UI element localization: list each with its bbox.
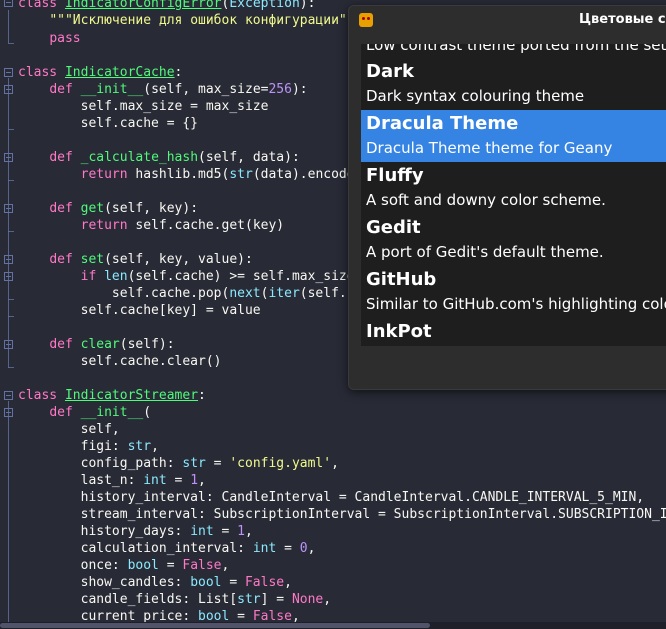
- code-text: class IndicatorCache:: [18, 65, 183, 80]
- scrollbar-thumb[interactable]: [0, 623, 430, 628]
- theme-item-gedit[interactable]: Gedit A port of Gedit's default theme.: [361, 214, 666, 266]
- code-text: def __init__(self, max_size=256):: [49, 82, 308, 97]
- fold-marker-icon[interactable]: [4, 204, 13, 213]
- theme-item-dark[interactable]: Dark Dark syntax colouring theme: [361, 58, 666, 110]
- code-text: history_interval: CandleInterval = Candl…: [18, 490, 645, 505]
- code-text: class IndicatorStreamer:: [18, 388, 206, 403]
- code-text: def __init__(: [49, 405, 152, 420]
- partial-theme-description: Low contrast theme ported from the set_: [366, 44, 666, 54]
- theme-name: Gedit: [366, 217, 421, 238]
- fold-guide-end: [8, 231, 14, 232]
- horizontal-scrollbar[interactable]: [0, 622, 666, 629]
- code-text: def set(self, key, value):: [49, 252, 253, 267]
- theme-name: InkPot: [366, 321, 432, 342]
- theme-item-github[interactable]: GitHub Similar to GitHub.com's highlight…: [361, 266, 666, 318]
- theme-item-inkpot[interactable]: InkPot: [361, 318, 666, 346]
- code-text: config_path: str = 'config.yaml',: [18, 456, 339, 471]
- fold-guide-end: [8, 180, 14, 181]
- theme-list[interactable]: Low contrast theme ported from the set_ …: [361, 44, 666, 346]
- code-text: def get(self, key):: [49, 201, 199, 216]
- fold-marker-icon[interactable]: [4, 0, 13, 7]
- code-text: self.max_size = max_size: [18, 99, 269, 114]
- fold-guide-end: [8, 316, 14, 317]
- theme-description: A soft and downy color scheme.: [366, 191, 606, 209]
- fold-marker-icon[interactable]: [4, 391, 13, 400]
- fold-marker-icon[interactable]: [4, 408, 13, 417]
- code-text: self.cache = {}: [18, 116, 199, 131]
- code-text: return self.cache.get(key): [80, 218, 285, 233]
- code-text: pass: [49, 31, 81, 46]
- code-text: """Исключение для ошибок конфигурации""": [49, 13, 363, 28]
- code-text: class IndicatorConfigError(Exception):: [18, 0, 316, 11]
- fold-guide-end: [8, 367, 14, 368]
- fold-guide: [8, 78, 9, 368]
- fold-guide: [8, 401, 9, 622]
- dialog-titlebar[interactable]: Цветовые схемы: [349, 6, 666, 36]
- theme-name: Dracula Theme: [366, 113, 519, 134]
- theme-item-fluffy[interactable]: Fluffy A soft and downy color scheme.: [361, 162, 666, 214]
- fold-marker-icon[interactable]: [4, 255, 13, 264]
- code-text: def _calculate_hash(self, data):: [49, 150, 300, 165]
- theme-description: Dark syntax colouring theme: [366, 87, 585, 105]
- code-text: once: bool = False,: [18, 558, 230, 573]
- theme-description: A port of Gedit's default theme.: [366, 243, 604, 261]
- code-text: self.cache[key] = value: [18, 303, 261, 318]
- fold-guide-end: [8, 299, 14, 300]
- theme-name: Dark: [366, 61, 414, 82]
- fold-guide-end: [8, 129, 14, 130]
- code-text: calculation_interval: int = 0,: [18, 541, 316, 556]
- theme-name: GitHub: [366, 269, 437, 290]
- theme-item-dracula[interactable]: Dracula Theme Dracula Theme theme for Ge…: [361, 110, 666, 162]
- code-text: self,: [18, 422, 120, 437]
- fold-marker-icon[interactable]: [4, 68, 13, 77]
- fold-marker-icon[interactable]: [4, 272, 13, 281]
- fold-marker-icon[interactable]: [4, 153, 13, 162]
- code-text: candle_fields: List[str] = None,: [18, 592, 332, 607]
- fold-marker-icon[interactable]: [4, 340, 13, 349]
- color-schemes-dialog: Цветовые схемы Low contrast theme ported…: [348, 5, 666, 390]
- code-text: stream_interval: SubscriptionInterval = …: [80, 507, 666, 522]
- fold-guide-end: [8, 43, 14, 44]
- theme-description: Dracula Theme theme for Geany: [366, 139, 613, 157]
- app-icon: [359, 13, 373, 27]
- code-text: history_days: int = 1,: [18, 524, 253, 539]
- dialog-title: Цветовые схемы: [579, 12, 666, 27]
- theme-name: Fluffy: [366, 165, 424, 186]
- fold-guide: [8, 10, 9, 43]
- code-text: if len(self.cache) >= self.max_size:: [80, 269, 363, 284]
- theme-description: Similar to GitHub.com's highlighting col…: [366, 295, 666, 313]
- code-text: figi: str,: [18, 439, 159, 454]
- code-text: show_candles: bool = False,: [18, 575, 292, 590]
- code-text: def clear(self):: [49, 337, 175, 352]
- code-text: self.cache.clear(): [18, 354, 222, 369]
- fold-marker-icon[interactable]: [4, 85, 13, 94]
- code-text: last_n: int = 1,: [18, 473, 206, 488]
